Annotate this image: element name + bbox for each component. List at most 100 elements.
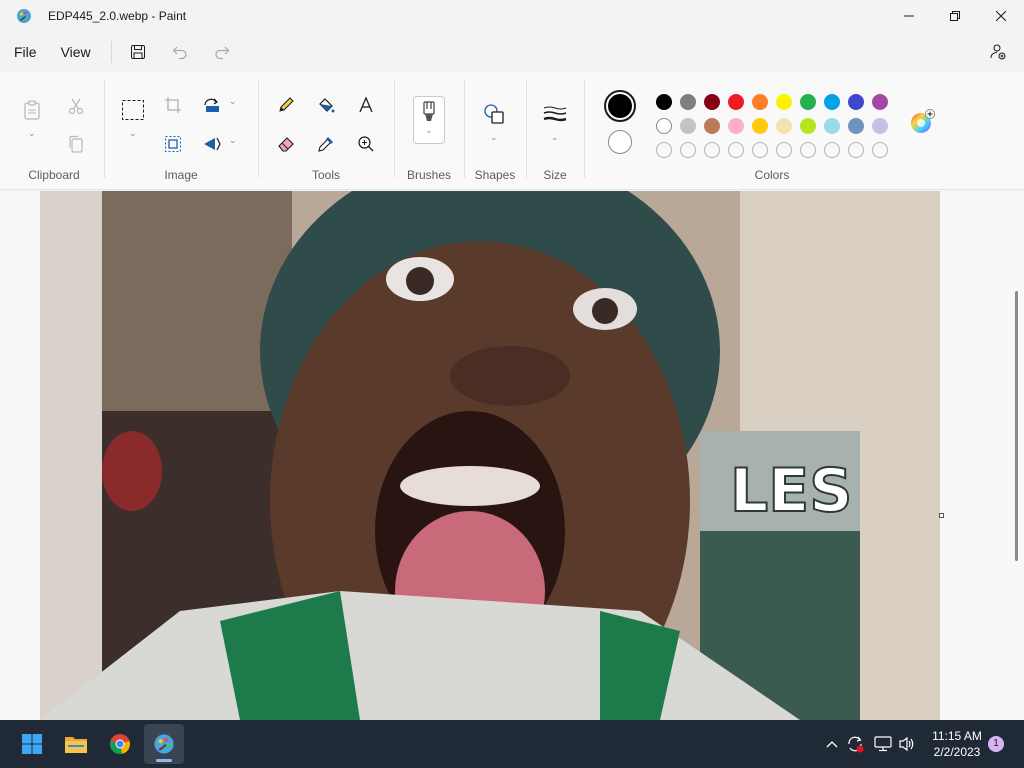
custom-color-swatch-empty[interactable] xyxy=(704,142,720,158)
resize-button[interactable] xyxy=(159,130,187,158)
show-hidden-icons-button[interactable] xyxy=(822,734,842,754)
custom-color-swatch-empty[interactable] xyxy=(776,142,792,158)
save-button[interactable] xyxy=(122,37,154,67)
speaker-icon xyxy=(899,736,914,752)
chrome-taskbar-button[interactable] xyxy=(100,724,140,764)
image-group: ⌄ ⌄ ⌄ Image xyxy=(108,78,254,186)
clock-date: 2/2/2023 xyxy=(933,745,981,759)
file-menu[interactable]: File xyxy=(2,37,49,67)
redo-button[interactable] xyxy=(206,37,238,67)
color-swatch[interactable] xyxy=(656,118,672,134)
clipboard-group: ⌄ Clipboard xyxy=(8,78,100,186)
rotate-chevron-down-icon[interactable]: ⌄ xyxy=(229,96,237,107)
paste-icon xyxy=(24,100,40,120)
system-clock[interactable]: 11:15 AM 2/2/2023 xyxy=(928,728,986,760)
eraser-button[interactable] xyxy=(272,130,300,158)
brushes-chevron-down-icon: ⌄ xyxy=(425,125,433,135)
group-separator xyxy=(526,80,527,178)
custom-color-swatch-empty[interactable] xyxy=(680,142,696,158)
color-swatch[interactable] xyxy=(776,118,792,134)
undo-button[interactable] xyxy=(164,37,196,67)
tools-group: Tools xyxy=(262,78,390,186)
color-swatch[interactable] xyxy=(872,94,888,110)
volume-button[interactable] xyxy=(897,734,917,754)
color-swatch[interactable] xyxy=(680,118,696,134)
restore-button[interactable] xyxy=(932,0,978,32)
windows-logo-icon xyxy=(22,734,42,754)
primary-color-button[interactable] xyxy=(604,90,636,122)
paste-chevron-down-icon[interactable]: ⌄ xyxy=(28,128,36,139)
secondary-color-button[interactable] xyxy=(608,130,632,154)
select-chevron-down-icon[interactable]: ⌄ xyxy=(129,128,137,139)
shapes-chevron-down-icon[interactable]: ⌄ xyxy=(490,132,498,143)
network-button[interactable] xyxy=(873,734,893,754)
color-swatch[interactable] xyxy=(680,94,696,110)
rotate-button[interactable] xyxy=(198,91,226,119)
color-swatch[interactable] xyxy=(752,118,768,134)
chevron-up-icon xyxy=(826,741,838,748)
sync-status-button[interactable] xyxy=(845,734,865,754)
text-button[interactable] xyxy=(352,91,380,119)
brushes-button[interactable]: ⌄ xyxy=(413,96,445,144)
custom-color-swatch-empty[interactable] xyxy=(800,142,816,158)
custom-color-swatch-empty[interactable] xyxy=(824,142,840,158)
color-picker-button[interactable] xyxy=(312,130,340,158)
custom-color-swatch-empty[interactable] xyxy=(848,142,864,158)
color-swatch[interactable] xyxy=(776,94,792,110)
start-button[interactable] xyxy=(12,724,52,764)
drawing-canvas[interactable]: LES xyxy=(40,191,940,720)
eyedropper-icon xyxy=(318,137,333,152)
shapes-button[interactable] xyxy=(480,100,508,128)
size-chevron-down-icon[interactable]: ⌄ xyxy=(551,132,559,143)
paste-button[interactable] xyxy=(18,96,46,124)
color-swatch[interactable] xyxy=(824,118,840,134)
colors-group: Colors xyxy=(588,78,956,186)
crop-button[interactable] xyxy=(159,91,187,119)
minimize-button[interactable] xyxy=(886,0,932,32)
color-swatch[interactable] xyxy=(656,94,672,110)
view-menu[interactable]: View xyxy=(49,37,103,67)
pencil-button[interactable] xyxy=(272,91,300,119)
color-swatch[interactable] xyxy=(800,94,816,110)
vertical-scrollbar[interactable] xyxy=(1015,291,1018,561)
share-button[interactable] xyxy=(982,37,1014,67)
color-swatch[interactable] xyxy=(824,94,840,110)
color-swatch[interactable] xyxy=(752,94,768,110)
color-swatch[interactable] xyxy=(728,118,744,134)
canvas-resize-handle[interactable] xyxy=(939,513,944,518)
file-explorer-taskbar-button[interactable] xyxy=(56,724,96,764)
color-swatch[interactable] xyxy=(704,118,720,134)
shapes-group: ⌄ Shapes xyxy=(468,78,522,186)
color-swatch[interactable] xyxy=(728,94,744,110)
ribbon-toolbar: ⌄ Clipboard ⌄ ⌄ ⌄ Image Tools ⌄ Brushes … xyxy=(0,72,1024,190)
custom-color-swatch-empty[interactable] xyxy=(752,142,768,158)
color-swatch[interactable] xyxy=(800,118,816,134)
canvas-workspace[interactable]: LES xyxy=(0,191,1024,720)
flip-button[interactable] xyxy=(198,130,226,158)
custom-color-swatch-empty[interactable] xyxy=(872,142,888,158)
menu-separator xyxy=(110,41,112,63)
folder-icon xyxy=(65,737,87,753)
magnifier-button[interactable] xyxy=(352,130,380,158)
scissors-icon xyxy=(68,98,84,115)
notification-badge[interactable]: 1 xyxy=(988,736,1004,752)
fill-button[interactable] xyxy=(312,91,340,119)
group-separator xyxy=(584,80,585,178)
cut-button[interactable] xyxy=(62,92,90,120)
color-swatch[interactable] xyxy=(848,118,864,134)
custom-color-swatch-empty[interactable] xyxy=(728,142,744,158)
color-swatch[interactable] xyxy=(704,94,720,110)
custom-color-swatch-empty[interactable] xyxy=(656,142,672,158)
flip-chevron-down-icon[interactable]: ⌄ xyxy=(229,135,237,146)
size-button[interactable] xyxy=(541,100,569,128)
brushes-group-label: Brushes xyxy=(406,168,452,182)
copy-button[interactable] xyxy=(62,130,90,158)
color-swatch[interactable] xyxy=(848,94,864,110)
close-button[interactable] xyxy=(978,0,1024,32)
brush-icon xyxy=(423,101,435,121)
chrome-icon xyxy=(110,734,130,754)
select-button[interactable] xyxy=(119,96,147,124)
paint-taskbar-button[interactable] xyxy=(144,724,184,764)
edit-colors-button[interactable] xyxy=(908,108,936,136)
color-swatch[interactable] xyxy=(872,118,888,134)
